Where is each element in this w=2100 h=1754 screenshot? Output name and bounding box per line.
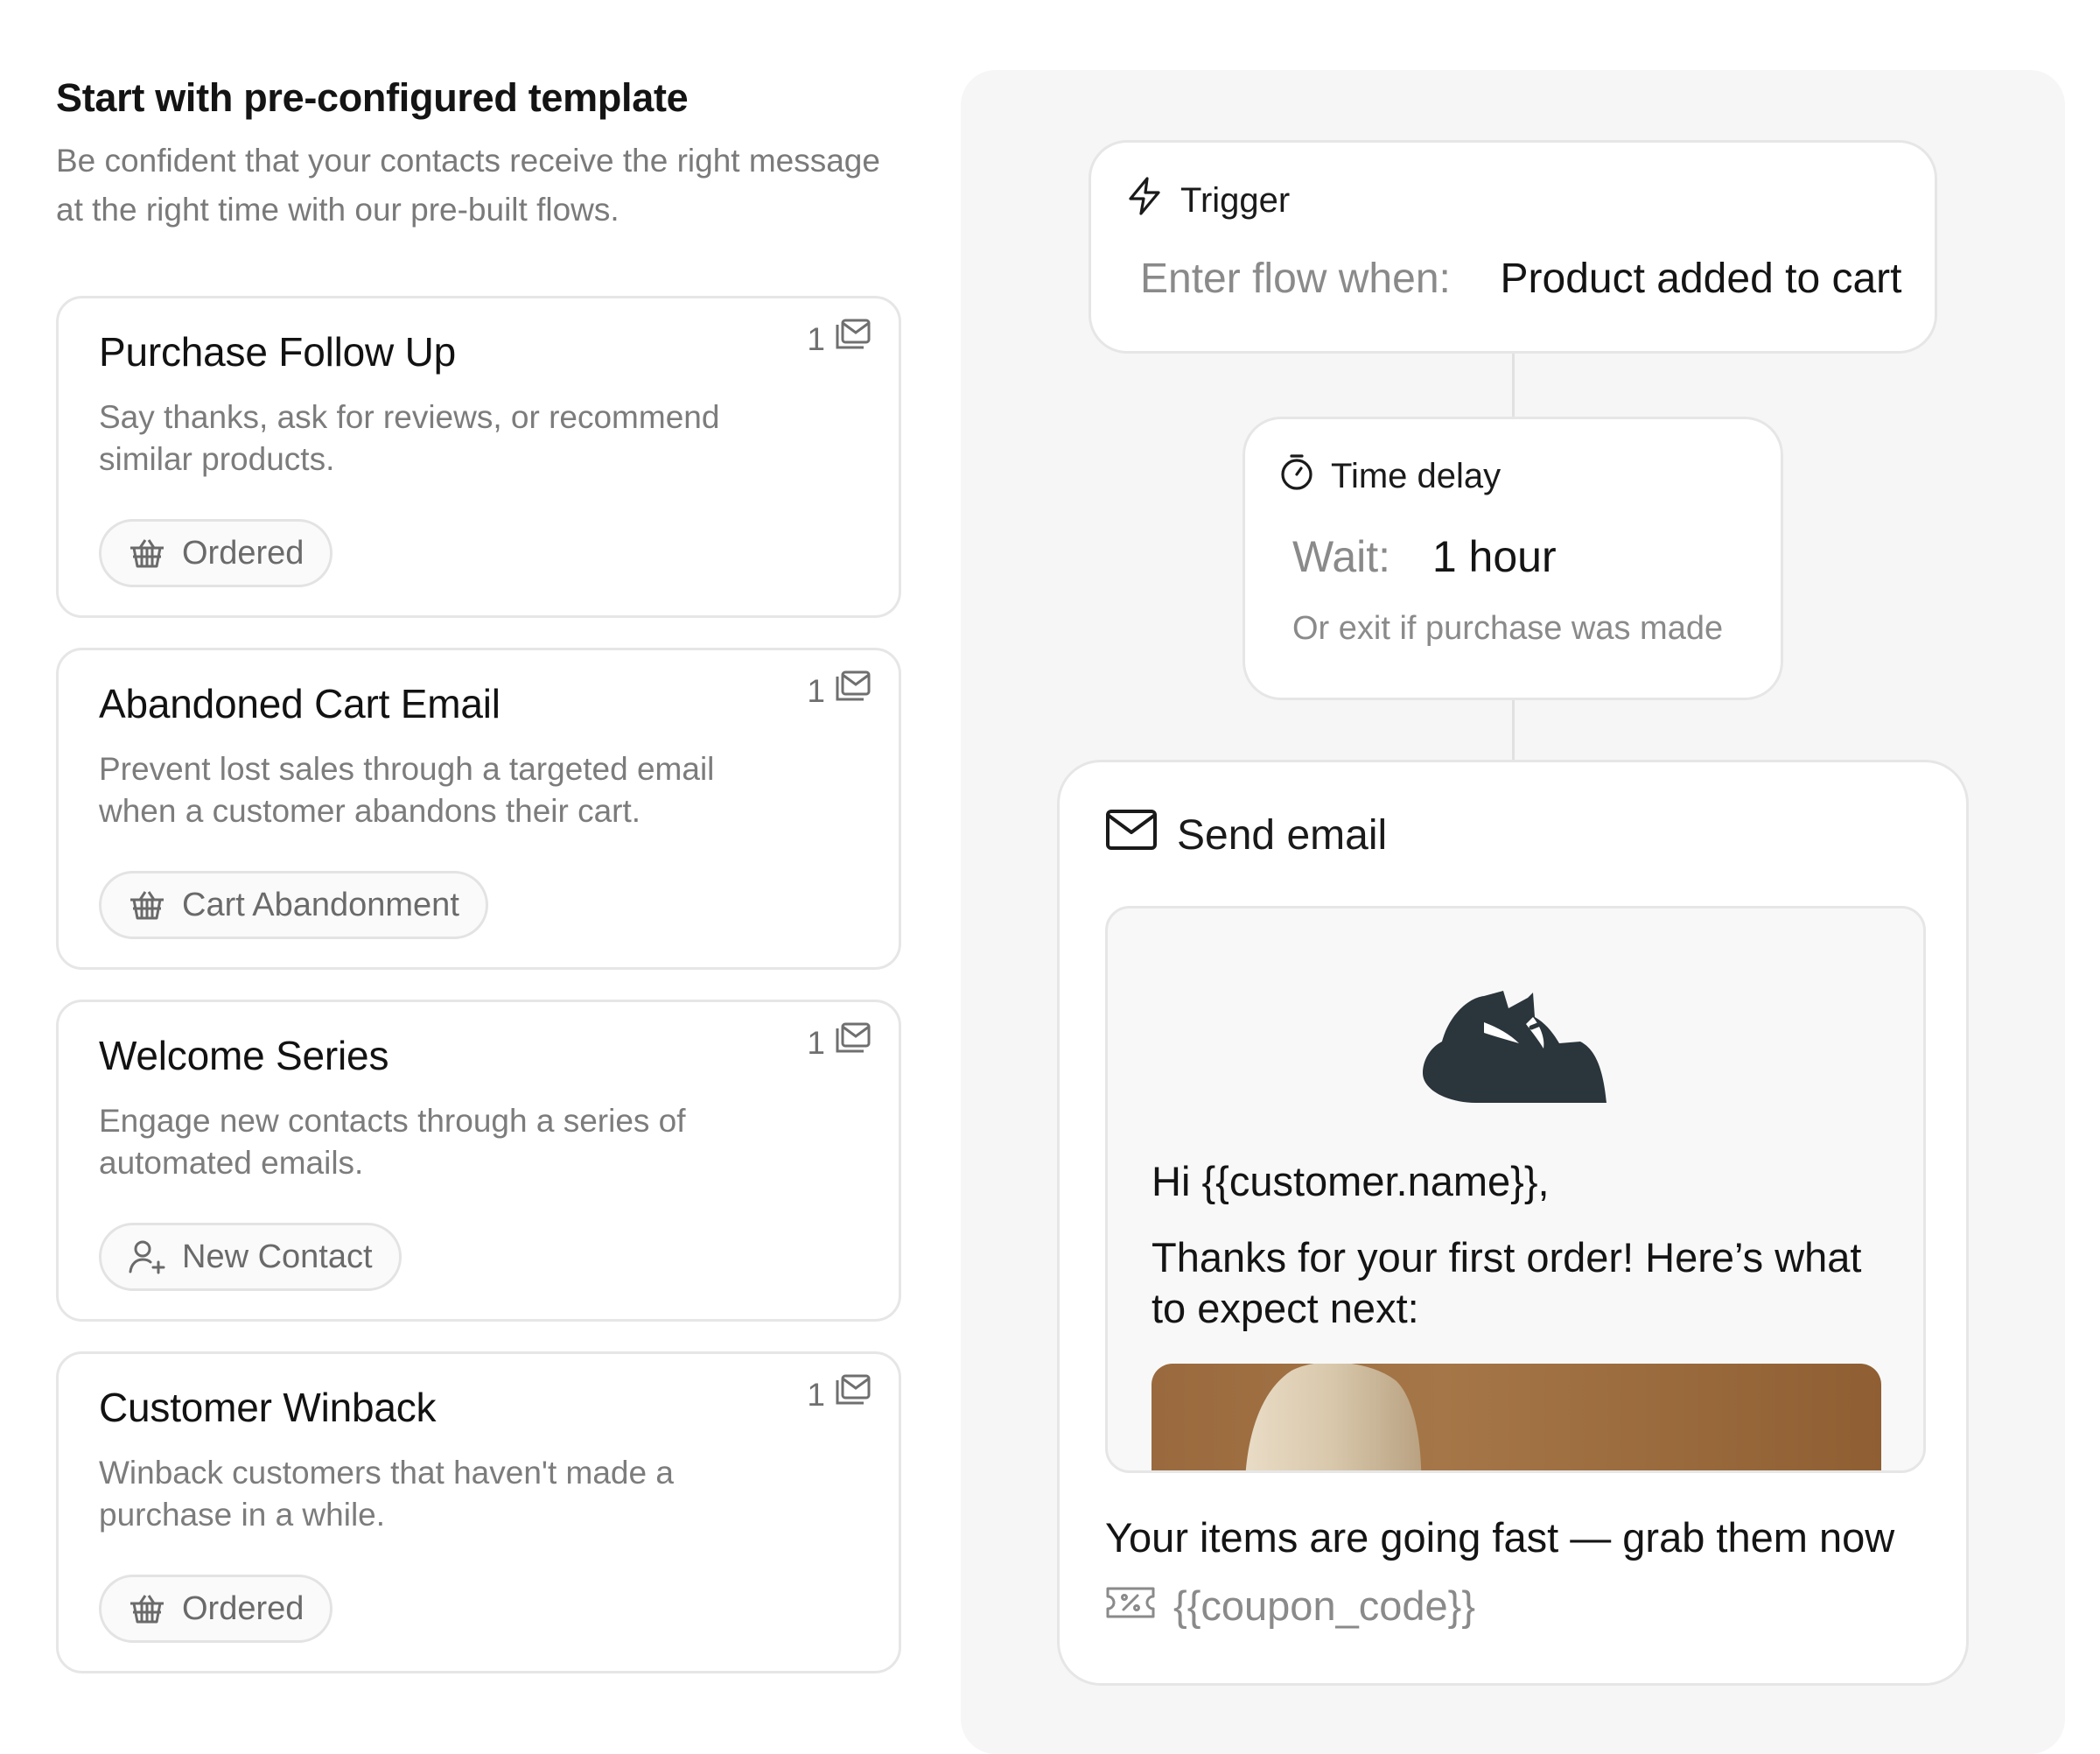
email-preview: Hi {{customer.name}}, Thanks for your fi… xyxy=(1105,906,1926,1473)
email-body: Thanks for your first order! Here’s what… xyxy=(1152,1234,1862,1331)
basket-icon xyxy=(128,889,166,921)
email-stack-icon xyxy=(834,670,872,712)
template-card-welcome-series[interactable]: Welcome Series 1 Engage new contacts thr… xyxy=(56,1000,901,1322)
tag-new-contact[interactable]: New Contact xyxy=(99,1223,402,1291)
email-hero-image xyxy=(1152,1364,1881,1470)
delay-exit-condition: Or exit if purchase was made xyxy=(1292,610,1724,647)
email-stack-icon xyxy=(834,1373,872,1416)
trigger-condition: Enter flow when: Product added to cart xyxy=(1140,255,1901,303)
delay-wait: Wait: 1 hour xyxy=(1292,531,1557,582)
template-card-customer-winback[interactable]: Customer Winback 1 Winback customers tha… xyxy=(56,1351,901,1673)
trigger-label: Trigger xyxy=(1180,180,1291,220)
template-description: Winback customers that haven't made a pu… xyxy=(99,1455,674,1533)
tag-label: Ordered xyxy=(182,534,304,572)
send-email-node[interactable]: Send email Hi {{customer.name}}, Thanks … xyxy=(1057,760,1969,1686)
email-count: 1 xyxy=(807,1373,872,1416)
delay-wait-label: Wait: xyxy=(1292,532,1391,581)
template-title: Purchase Follow Up xyxy=(99,329,457,375)
email-subject-line: Your items are going fast — grab them no… xyxy=(1105,1514,1895,1561)
email-count: 1 xyxy=(807,318,872,361)
flow-connector xyxy=(1512,700,1515,760)
templates-intro: Start with pre-configured template Be co… xyxy=(56,75,901,235)
template-card-abandoned-cart[interactable]: Abandoned Cart Email 1 Prevent lost sale… xyxy=(56,648,901,970)
ticket-icon xyxy=(1105,1582,1156,1630)
template-title: Customer Winback xyxy=(99,1385,437,1430)
email-count-value: 1 xyxy=(807,320,825,357)
trigger-node[interactable]: Trigger Enter flow when: Product added t… xyxy=(1088,140,1937,354)
template-description: Prevent lost sales through a targeted em… xyxy=(99,751,715,829)
email-count-value: 1 xyxy=(807,1376,825,1413)
tag-label: Ordered xyxy=(182,1589,304,1627)
trigger-header: Trigger xyxy=(1124,176,1290,225)
template-title: Welcome Series xyxy=(99,1033,389,1078)
delay-header: Time delay xyxy=(1278,453,1501,500)
template-title: Abandoned Cart Email xyxy=(99,681,500,726)
page-title: Start with pre-configured template xyxy=(56,75,689,120)
coupon-code: {{coupon_code}} xyxy=(1173,1582,1476,1629)
tag-ordered[interactable]: Ordered xyxy=(99,519,333,587)
email-greeting: Hi {{customer.name}}, xyxy=(1152,1158,1550,1204)
flow-connector xyxy=(1512,354,1515,417)
email-count: 1 xyxy=(807,1021,872,1064)
template-description: Engage new contacts through a series of … xyxy=(99,1103,686,1181)
email-stack-icon xyxy=(834,1021,872,1064)
email-count-value: 1 xyxy=(807,672,825,709)
delay-label: Time delay xyxy=(1331,456,1502,495)
email-count: 1 xyxy=(807,670,872,712)
tag-cart-abandonment[interactable]: Cart Abandonment xyxy=(99,871,488,939)
mail-icon xyxy=(1105,808,1158,862)
tag-label: New Contact xyxy=(182,1238,373,1275)
delay-wait-value: 1 hour xyxy=(1432,532,1557,581)
trigger-condition-label: Enter flow when: xyxy=(1140,256,1451,302)
time-delay-node[interactable]: Time delay Wait: 1 hour Or exit if purch… xyxy=(1242,417,1783,700)
tag-ordered[interactable]: Ordered xyxy=(99,1575,333,1643)
email-header: Send email xyxy=(1105,808,1387,862)
coupon-row: {{coupon_code}} xyxy=(1105,1582,1475,1630)
basket-icon xyxy=(128,537,166,569)
timer-icon xyxy=(1278,453,1315,500)
cat-logo-icon xyxy=(1423,991,1608,1109)
page-subtitle: Be confident that your contacts receive … xyxy=(56,143,880,228)
email-stack-icon xyxy=(834,318,872,361)
email-label: Send email xyxy=(1177,811,1388,859)
trigger-condition-value: Product added to cart xyxy=(1500,256,1902,302)
user-plus-icon xyxy=(128,1239,166,1274)
tag-label: Cart Abandonment xyxy=(182,886,459,923)
basket-icon xyxy=(128,1593,166,1624)
template-card-purchase-follow-up[interactable]: Purchase Follow Up 1 Say thanks, ask for… xyxy=(56,296,901,618)
template-description: Say thanks, ask for reviews, or recommen… xyxy=(99,399,720,477)
email-count-value: 1 xyxy=(807,1024,825,1061)
lightning-icon xyxy=(1124,176,1165,225)
